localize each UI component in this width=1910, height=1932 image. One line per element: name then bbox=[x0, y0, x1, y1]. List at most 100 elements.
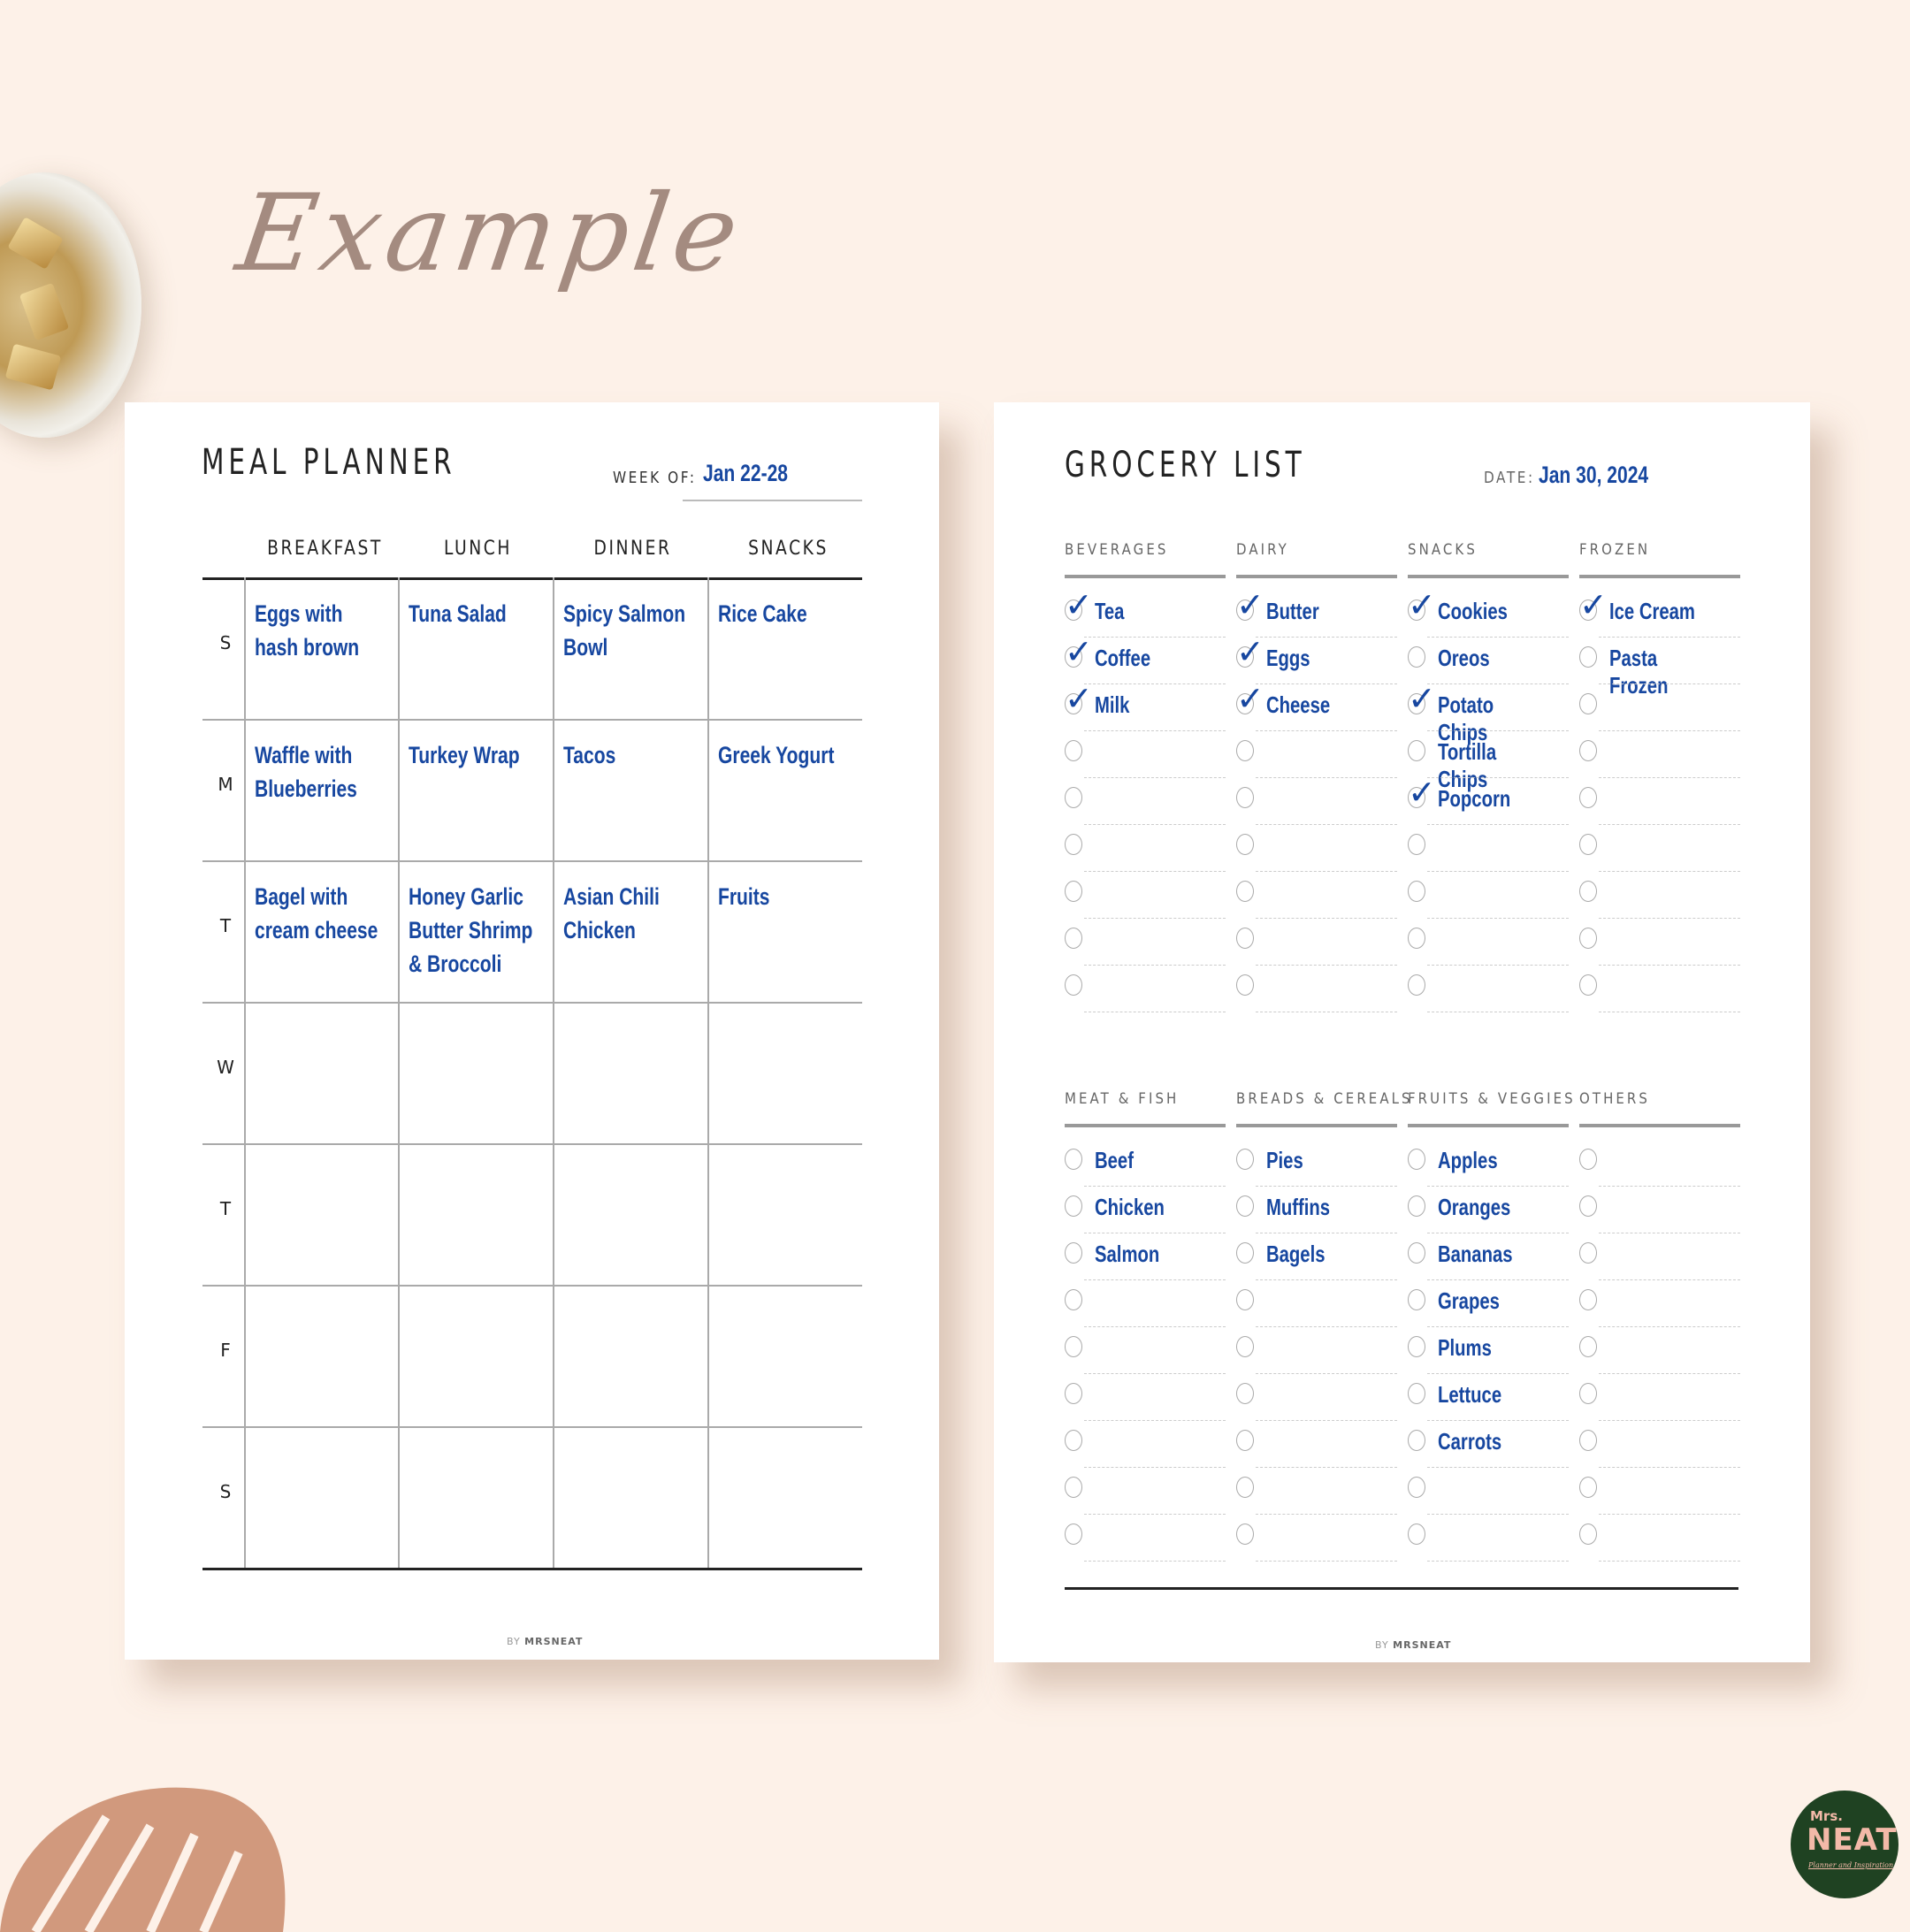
checkbox-circle-icon[interactable] bbox=[1236, 928, 1254, 949]
checkbox-circle-icon[interactable] bbox=[1579, 787, 1597, 808]
checkbox-circle-icon[interactable] bbox=[1408, 1430, 1425, 1451]
grocery-item[interactable] bbox=[1408, 967, 1569, 1014]
grocery-item[interactable] bbox=[1065, 827, 1226, 874]
grocery-item[interactable] bbox=[1579, 1235, 1740, 1282]
grocery-item[interactable] bbox=[1236, 1282, 1397, 1329]
checkbox-circle-icon[interactable] bbox=[1236, 1289, 1254, 1310]
meal-cell-snacks[interactable]: Rice Cake bbox=[718, 597, 828, 729]
grocery-item[interactable] bbox=[1236, 1423, 1397, 1470]
checkbox-circle-icon[interactable] bbox=[1065, 740, 1082, 761]
checkbox-circle-icon[interactable] bbox=[1236, 1477, 1254, 1498]
meal-cell-breakfast[interactable] bbox=[255, 1163, 363, 1295]
grocery-item[interactable] bbox=[1408, 827, 1569, 874]
grocery-item[interactable]: ✓ Cheese bbox=[1236, 681, 1397, 733]
meal-cell-dinner[interactable] bbox=[563, 1304, 673, 1437]
grocery-item[interactable]: Bananas bbox=[1408, 1235, 1569, 1282]
meal-cell-breakfast[interactable]: Eggs with hash brown bbox=[255, 597, 363, 729]
grocery-item[interactable] bbox=[1236, 780, 1397, 827]
meal-cell-snacks[interactable] bbox=[718, 1163, 828, 1295]
meal-cell-dinner[interactable]: Tacos bbox=[563, 738, 673, 871]
checkbox-circle-icon[interactable] bbox=[1065, 1523, 1082, 1545]
meal-cell-lunch[interactable]: Turkey Wrap bbox=[409, 738, 520, 871]
meal-cell-snacks[interactable] bbox=[718, 1021, 828, 1154]
checkbox-circle-icon[interactable] bbox=[1408, 646, 1425, 668]
checkbox-circle-icon[interactable] bbox=[1579, 693, 1597, 714]
checkbox-circle-icon[interactable] bbox=[1236, 974, 1254, 996]
grocery-item[interactable]: Bagels bbox=[1236, 1235, 1397, 1282]
meal-cell-snacks[interactable] bbox=[718, 1446, 828, 1578]
checkbox-circle-icon[interactable] bbox=[1579, 1195, 1597, 1217]
meal-cell-breakfast[interactable] bbox=[255, 1021, 363, 1154]
meal-cell-breakfast[interactable]: Waffle with Blueberries bbox=[255, 738, 363, 871]
week-of-value[interactable]: Jan 22-28 bbox=[703, 460, 788, 487]
grocery-item[interactable]: Plums bbox=[1408, 1329, 1569, 1376]
grocery-item[interactable] bbox=[1579, 967, 1740, 1014]
checkbox-circle-icon[interactable] bbox=[1408, 740, 1425, 761]
meal-cell-breakfast[interactable]: Bagel with cream cheese bbox=[255, 880, 378, 1012]
grocery-item[interactable]: Oranges bbox=[1408, 1188, 1569, 1235]
grocery-item[interactable] bbox=[1579, 874, 1740, 920]
checkbox-circle-icon[interactable] bbox=[1579, 646, 1597, 668]
grocery-item[interactable] bbox=[1579, 827, 1740, 874]
grocery-item[interactable] bbox=[1236, 733, 1397, 780]
meal-cell-lunch[interactable]: Honey Garlic Butter Shrimp & Broccoli bbox=[409, 880, 532, 1012]
grocery-item[interactable]: Beef bbox=[1065, 1142, 1226, 1188]
checkbox-circle-icon[interactable] bbox=[1236, 1336, 1254, 1357]
checkbox-circle-icon[interactable] bbox=[1065, 1477, 1082, 1498]
checkbox-circle-icon[interactable] bbox=[1236, 1430, 1254, 1451]
grocery-item[interactable] bbox=[1408, 1470, 1569, 1516]
grocery-item[interactable]: ✓ Ice Cream bbox=[1579, 587, 1740, 639]
checkbox-circle-icon[interactable] bbox=[1236, 1242, 1254, 1264]
grocery-item[interactable]: Salmon bbox=[1065, 1235, 1226, 1282]
checkbox-circle-icon[interactable] bbox=[1236, 787, 1254, 808]
grocery-item[interactable]: Lettuce bbox=[1408, 1376, 1569, 1423]
meal-cell-lunch[interactable] bbox=[409, 1304, 518, 1437]
grocery-item[interactable] bbox=[1579, 1516, 1740, 1563]
checkbox-circle-icon[interactable] bbox=[1236, 1383, 1254, 1404]
meal-cell-snacks[interactable]: Fruits bbox=[718, 880, 828, 1012]
checkbox-circle-icon[interactable] bbox=[1408, 928, 1425, 949]
checkbox-circle-icon[interactable] bbox=[1065, 1149, 1082, 1170]
grocery-item[interactable] bbox=[1065, 780, 1226, 827]
checkbox-circle-icon[interactable] bbox=[1579, 1523, 1597, 1545]
grocery-item[interactable] bbox=[1236, 920, 1397, 967]
meal-cell-dinner[interactable] bbox=[563, 1163, 673, 1295]
grocery-item[interactable] bbox=[1065, 1423, 1226, 1470]
checkbox-circle-icon[interactable] bbox=[1579, 834, 1597, 855]
checkbox-circle-icon[interactable] bbox=[1408, 1195, 1425, 1217]
checkbox-circle-icon[interactable] bbox=[1236, 881, 1254, 902]
grocery-item[interactable]: Pasta Frozen bbox=[1579, 639, 1740, 699]
grocery-item[interactable] bbox=[1065, 1282, 1226, 1329]
grocery-item[interactable]: Carrots bbox=[1408, 1423, 1569, 1470]
checkbox-circle-icon[interactable] bbox=[1065, 1195, 1082, 1217]
grocery-item[interactable] bbox=[1579, 1282, 1740, 1329]
grocery-item[interactable] bbox=[1408, 920, 1569, 967]
grocery-item[interactable] bbox=[1579, 920, 1740, 967]
grocery-item[interactable] bbox=[1579, 733, 1740, 780]
meal-cell-lunch[interactable] bbox=[409, 1021, 518, 1154]
checkbox-circle-icon[interactable] bbox=[1579, 974, 1597, 996]
grocery-item[interactable] bbox=[1579, 1188, 1740, 1235]
grocery-item[interactable] bbox=[1236, 1376, 1397, 1423]
grocery-item[interactable] bbox=[1065, 1470, 1226, 1516]
meal-cell-breakfast[interactable] bbox=[255, 1446, 363, 1578]
checkbox-circle-icon[interactable] bbox=[1408, 1477, 1425, 1498]
checkbox-circle-icon[interactable] bbox=[1579, 1149, 1597, 1170]
checkbox-circle-icon[interactable] bbox=[1408, 974, 1425, 996]
meal-cell-lunch[interactable]: Tuna Salad bbox=[409, 597, 518, 729]
grocery-item[interactable] bbox=[1579, 1329, 1740, 1376]
grocery-item[interactable] bbox=[1236, 874, 1397, 920]
date-value[interactable]: Jan 30, 2024 bbox=[1539, 462, 1648, 489]
checkbox-circle-icon[interactable] bbox=[1408, 1336, 1425, 1357]
checkbox-circle-icon[interactable] bbox=[1065, 787, 1082, 808]
checkbox-circle-icon[interactable] bbox=[1579, 928, 1597, 949]
meal-cell-snacks[interactable]: Greek Yogurt bbox=[718, 738, 834, 871]
checkbox-circle-icon[interactable] bbox=[1579, 1242, 1597, 1264]
meal-cell-breakfast[interactable] bbox=[255, 1304, 363, 1437]
checkbox-circle-icon[interactable] bbox=[1065, 1289, 1082, 1310]
grocery-item[interactable]: ✓ Milk bbox=[1065, 681, 1226, 733]
checkbox-circle-icon[interactable] bbox=[1579, 1477, 1597, 1498]
checkbox-circle-icon[interactable] bbox=[1065, 928, 1082, 949]
checkbox-circle-icon[interactable] bbox=[1065, 1430, 1082, 1451]
checkbox-circle-icon[interactable] bbox=[1579, 1383, 1597, 1404]
